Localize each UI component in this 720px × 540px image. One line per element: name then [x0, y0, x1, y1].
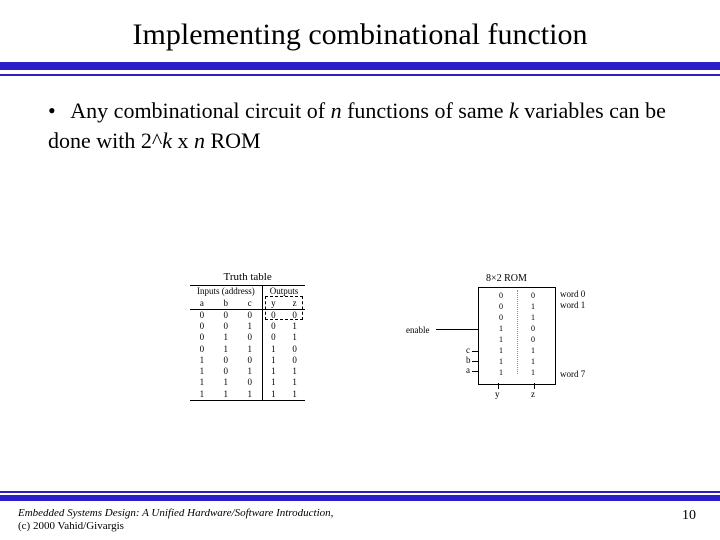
footer-rule-thin [0, 491, 720, 493]
table-row: 01001 [190, 332, 305, 343]
table-row: 11111 [190, 389, 305, 401]
addr-a-label: a [466, 365, 470, 375]
tt-outputs-header: Outputs [262, 286, 305, 298]
bullet-text: Any combinational circuit of n functions… [48, 98, 666, 153]
footer-citation: Embedded Systems Design: A Unified Hardw… [0, 507, 348, 535]
enable-label: enable [406, 325, 429, 335]
rom-col-y: 00011111 [489, 290, 513, 378]
rom-box: 00011111 01100111 [478, 287, 556, 385]
table-row: 01110 [190, 344, 305, 355]
divider-thick [0, 62, 720, 70]
out-y-label: y [495, 389, 500, 399]
addr-wire-a [472, 371, 478, 372]
truth-table: Truth table Inputs (address) Outputs a b… [190, 271, 305, 401]
divider-thin [0, 74, 720, 76]
page-number: 10 [682, 508, 696, 524]
table-row: 10010 [190, 355, 305, 366]
word-label-0: word 0 [560, 289, 585, 299]
out-z-label: z [531, 389, 535, 399]
addr-b-label: b [466, 355, 471, 365]
truth-table-title: Truth table [190, 271, 305, 283]
table-row: 10111 [190, 366, 305, 377]
bullet-item: • Any combinational circuit of n functio… [0, 90, 720, 155]
addr-wire-b [472, 361, 478, 362]
enable-wire [436, 329, 478, 330]
footer-rule-thick [0, 495, 720, 501]
rom-col-z: 01100111 [521, 290, 545, 378]
bullet-marker: • [48, 96, 66, 126]
rom-title: 8×2 ROM [486, 273, 527, 284]
table-row: 00101 [190, 321, 305, 332]
addr-c-label: c [466, 345, 470, 355]
slide-title: Implementing combinational function [0, 0, 720, 62]
word-label-1: word 1 [560, 300, 585, 310]
table-row: 00000 [190, 309, 305, 321]
table-row: 11011 [190, 377, 305, 388]
addr-wire-c [472, 351, 478, 352]
tt-inputs-header: Inputs (address) [190, 286, 262, 298]
word-label-7: word 7 [560, 369, 585, 379]
footer: Embedded Systems Design: A Unified Hardw… [0, 491, 720, 535]
